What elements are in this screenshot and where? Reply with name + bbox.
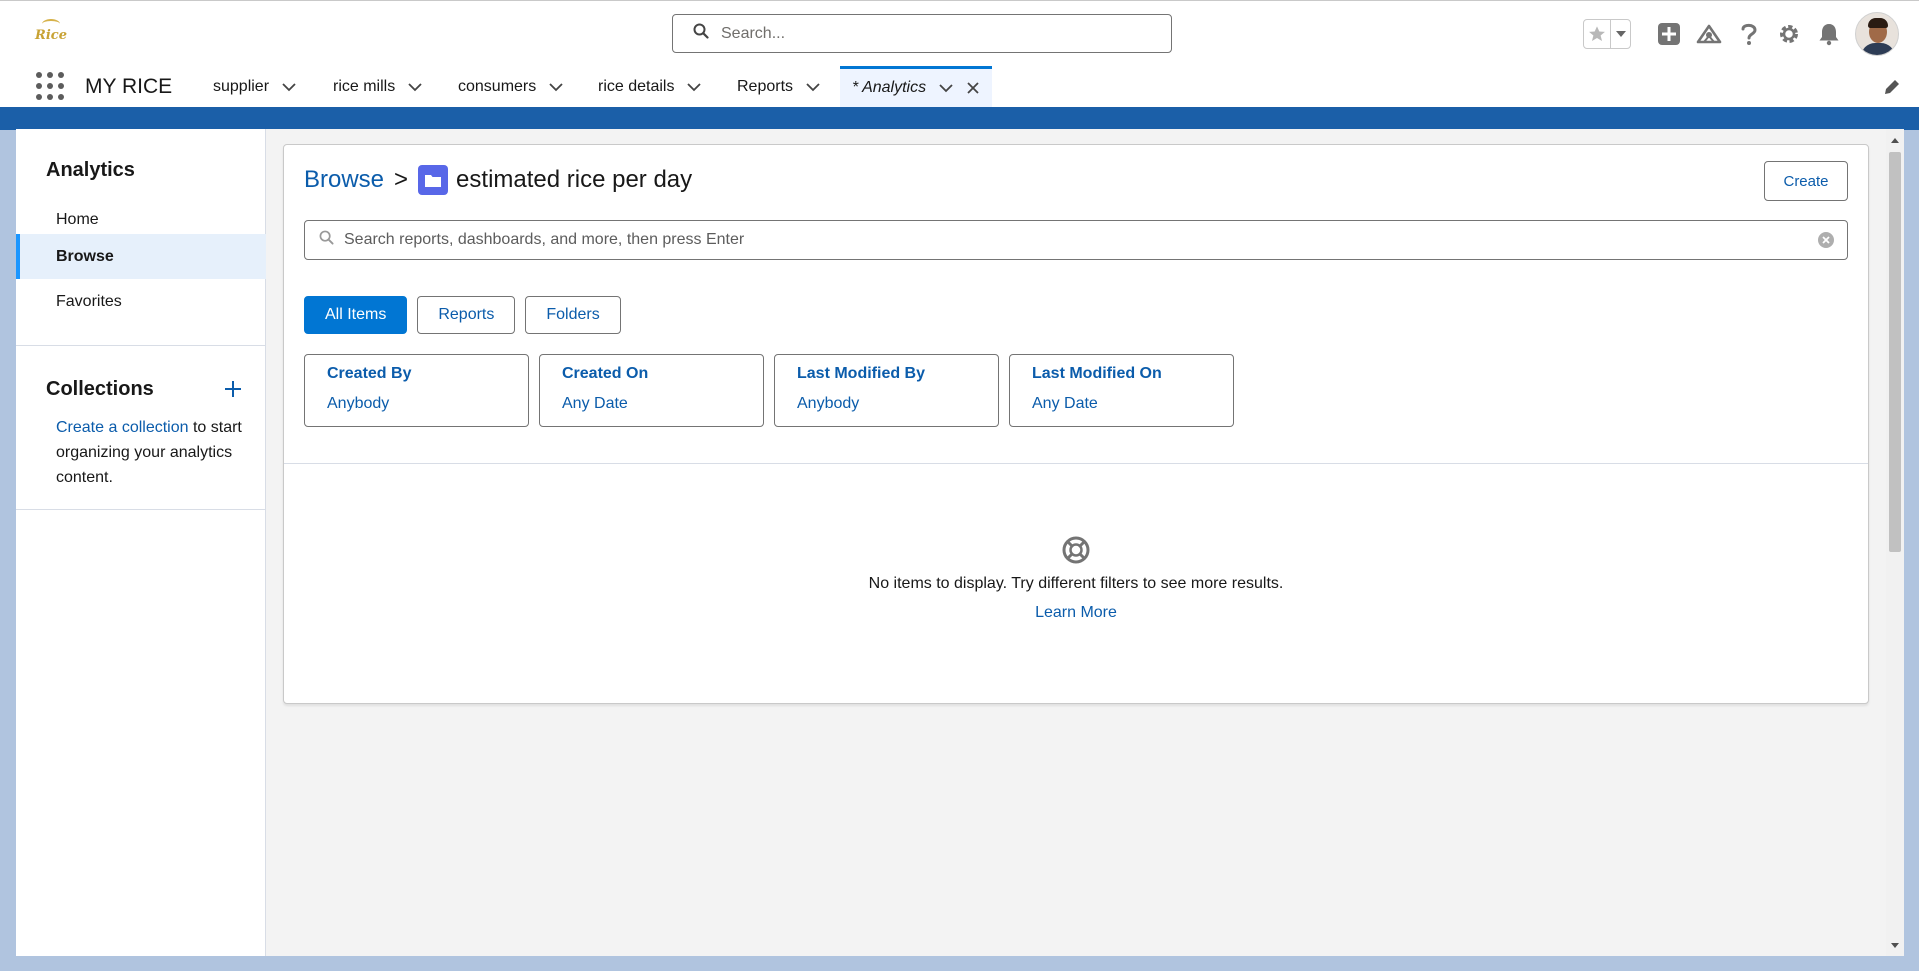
tab-all-items[interactable]: All Items <box>304 296 408 334</box>
main-scrollbar[interactable] <box>1886 129 1904 956</box>
filter-value: Any Date <box>1032 395 1098 412</box>
notifications-bell-icon[interactable] <box>1809 22 1849 46</box>
header-band <box>0 110 1919 130</box>
nav-item-label: Reports <box>737 77 794 95</box>
app-logo[interactable]: Rice <box>28 15 74 55</box>
sidebar-item-label: Home <box>56 210 99 228</box>
sidebar-divider <box>16 345 266 346</box>
tab-reports[interactable]: Reports <box>417 296 516 334</box>
filter-created-by[interactable]: Created By Anybody <box>304 354 529 427</box>
app-name: MY RICE <box>85 75 173 98</box>
empty-message: No items to display. Try different filte… <box>868 575 1284 592</box>
nav-item-reports[interactable]: Reports <box>737 66 821 107</box>
nav-item-rice-mills[interactable]: rice mills <box>333 66 423 107</box>
chevron-down-icon[interactable] <box>686 82 702 92</box>
nav-tab-analytics[interactable]: * Analytics <box>840 66 993 107</box>
nav-item-consumers[interactable]: consumers <box>458 66 564 107</box>
item-type-tabs: All Items Reports Folders <box>304 296 631 334</box>
close-tab-icon[interactable] <box>966 81 980 95</box>
edit-nav-pencil-icon[interactable] <box>1883 78 1901 101</box>
collections-help-text: Create a collection to start organizing … <box>56 415 256 490</box>
global-search-input[interactable]: Search... <box>672 14 1172 53</box>
scroll-down-arrow-icon[interactable] <box>1891 943 1899 948</box>
filter-last-modified-by[interactable]: Last Modified By Anybody <box>774 354 999 427</box>
card-divider <box>284 463 1868 464</box>
filter-title: Created By <box>327 365 412 382</box>
scrollbar-thumb[interactable] <box>1889 152 1901 552</box>
collections-title: Collections <box>46 378 154 400</box>
search-icon <box>319 230 334 250</box>
filter-value: Any Date <box>562 395 628 412</box>
breadcrumb-separator: > <box>394 166 409 193</box>
analytics-sidebar: Analytics Home Browse Favorites Collecti… <box>16 129 266 956</box>
app-launcher-icon[interactable] <box>36 72 64 100</box>
empty-state: No items to display. Try different filte… <box>284 535 1868 622</box>
global-header: Rice Search... <box>0 0 1919 66</box>
create-collection-link[interactable]: Create a collection <box>56 419 189 436</box>
trailhead-icon[interactable] <box>1689 22 1729 46</box>
create-button[interactable]: Create <box>1764 161 1848 201</box>
breadcrumb-browse-link[interactable]: Browse <box>304 166 384 194</box>
user-avatar[interactable] <box>1855 12 1899 56</box>
header-utility-icons <box>1583 11 1919 57</box>
nav-tab-label: * Analytics <box>852 79 927 96</box>
page-title: estimated rice per day <box>456 166 693 193</box>
sidebar-divider <box>16 509 266 510</box>
filter-title: Last Modified On <box>1032 365 1162 382</box>
nav-item-rice-details[interactable]: rice details <box>598 66 702 107</box>
filter-created-on[interactable]: Created On Any Date <box>539 354 764 427</box>
sidebar-item-favorites[interactable]: Favorites <box>16 279 266 324</box>
lifebuoy-icon <box>284 535 1868 565</box>
filter-value: Anybody <box>327 395 390 412</box>
clear-search-icon[interactable] <box>1817 231 1835 254</box>
tab-folders[interactable]: Folders <box>525 296 621 334</box>
filter-title: Created On <box>562 365 649 382</box>
chevron-down-icon[interactable] <box>938 83 954 93</box>
filter-bar: Created By Anybody Created On Any Date L… <box>304 354 1244 427</box>
app-navigation-bar: MY RICE supplier rice mills consumers ri… <box>0 66 1919 110</box>
learn-more-link[interactable]: Learn More <box>284 604 1868 622</box>
analytics-search-input[interactable]: Search reports, dashboards, and more, th… <box>304 220 1848 260</box>
chevron-down-icon[interactable] <box>548 82 564 92</box>
nav-item-supplier[interactable]: supplier <box>213 66 297 107</box>
settings-gear-icon[interactable] <box>1769 22 1809 46</box>
filter-last-modified-on[interactable]: Last Modified On Any Date <box>1009 354 1234 427</box>
breadcrumb: Browse > estimated rice per day <box>304 163 692 197</box>
nav-item-label: rice mills <box>333 77 396 95</box>
chevron-down-icon[interactable] <box>805 82 821 92</box>
sidebar-item-browse[interactable]: Browse <box>16 234 266 279</box>
chevron-down-icon[interactable] <box>281 82 297 92</box>
folder-icon <box>418 165 449 195</box>
add-collection-icon[interactable] <box>221 377 245 401</box>
favorites-group <box>1583 19 1631 49</box>
logo-text: Rice <box>35 27 67 43</box>
chevron-down-icon[interactable] <box>407 82 423 92</box>
favorites-dropdown-icon[interactable] <box>1610 20 1630 48</box>
global-create-icon[interactable] <box>1649 22 1689 46</box>
sidebar-item-label: Favorites <box>56 292 122 310</box>
nav-item-label: consumers <box>458 77 537 95</box>
sidebar-title: Analytics <box>46 159 135 181</box>
sidebar-item-label: Browse <box>56 247 114 265</box>
analytics-search-placeholder: Search reports, dashboards, and more, th… <box>344 231 745 248</box>
help-icon[interactable] <box>1729 22 1769 46</box>
search-icon <box>693 23 709 44</box>
scroll-up-arrow-icon[interactable] <box>1891 138 1899 143</box>
global-search-placeholder: Search... <box>721 24 786 42</box>
filter-title: Last Modified By <box>797 365 926 382</box>
main-content: Browse > estimated rice per day Create S… <box>266 129 1886 956</box>
nav-item-label: rice details <box>598 77 675 95</box>
nav-item-label: supplier <box>213 77 270 95</box>
favorite-star-icon[interactable] <box>1584 20 1610 48</box>
browse-card: Browse > estimated rice per day Create S… <box>283 144 1869 704</box>
filter-value: Anybody <box>797 395 860 412</box>
